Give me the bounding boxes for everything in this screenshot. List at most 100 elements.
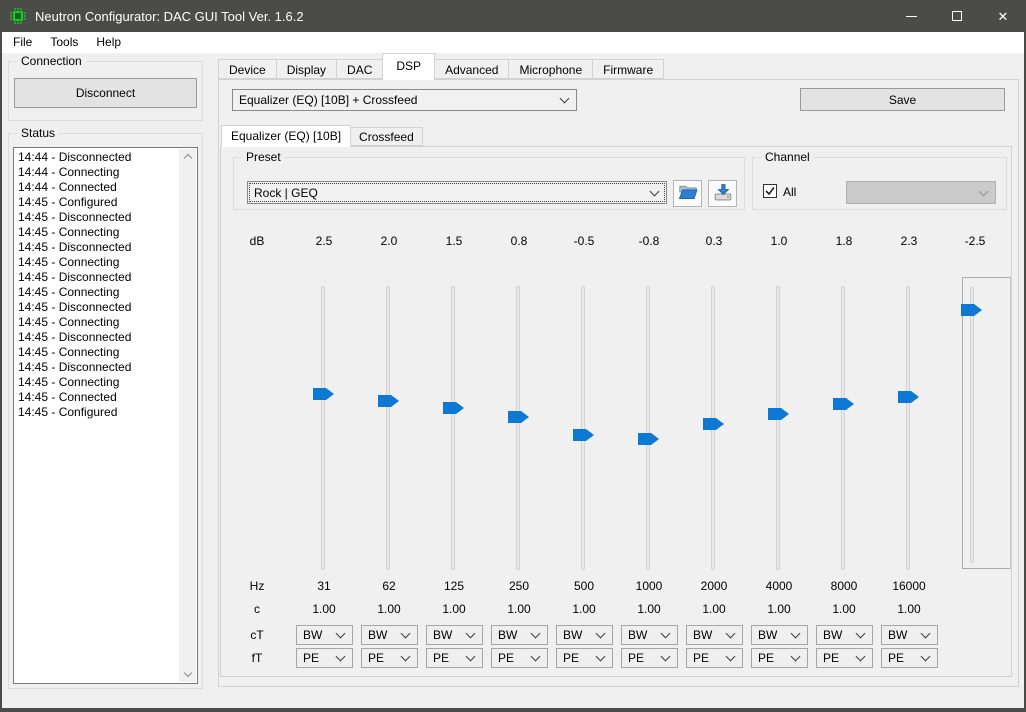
ft-select-500-value: PE [563, 651, 579, 665]
status-entry[interactable]: 14:45 - Disconnected [18, 210, 179, 225]
open-folder-icon [678, 183, 698, 204]
ft-select-500[interactable]: PE [556, 648, 613, 668]
status-entry[interactable]: 14:45 - Connecting [18, 255, 179, 270]
eq-slider-500[interactable] [581, 286, 585, 570]
ct-select-1000[interactable]: BW [621, 625, 678, 645]
ct-select-31[interactable]: BW [296, 625, 353, 645]
close-button[interactable]: ✕ [980, 0, 1026, 32]
status-entry[interactable]: 14:44 - Connected [18, 180, 179, 195]
status-entry[interactable]: 14:45 - Connecting [18, 375, 179, 390]
ct-select-62[interactable]: BW [361, 625, 418, 645]
ft-select-62[interactable]: PE [361, 648, 418, 668]
chevron-down-icon [596, 652, 606, 662]
ft-select-4000[interactable]: PE [751, 648, 808, 668]
ct-select-1000-value: BW [628, 628, 647, 642]
status-entry[interactable]: 14:44 - Connecting [18, 165, 179, 180]
chevron-down-icon [856, 629, 866, 639]
maximize-button[interactable] [934, 0, 980, 32]
ct-select-2000[interactable]: BW [686, 625, 743, 645]
eq-slider-250[interactable] [516, 286, 520, 570]
eq-slider-8000[interactable] [841, 286, 845, 570]
ft-select-250-value: PE [498, 651, 514, 665]
status-entry[interactable]: 14:45 - Connecting [18, 345, 179, 360]
subtab-equalizer[interactable]: Equalizer (EQ) [10B] [221, 125, 351, 147]
chevron-down-icon [336, 652, 346, 662]
status-scrollbar[interactable] [179, 149, 196, 682]
ct-select-125[interactable]: BW [426, 625, 483, 645]
status-entry[interactable]: 14:45 - Configured [18, 405, 179, 420]
save-button[interactable]: Save [800, 88, 1005, 111]
chevron-down-icon [726, 652, 736, 662]
preset-save-button[interactable] [708, 180, 737, 207]
status-listbox[interactable]: 14:44 - Disconnected14:44 - Connecting14… [13, 147, 198, 684]
eq-slider-125[interactable] [451, 286, 455, 570]
tab-firmware[interactable]: Firmware [592, 59, 664, 79]
ct-select-250[interactable]: BW [491, 625, 548, 645]
chevron-down-icon [791, 629, 801, 639]
sub-tabs: Equalizer (EQ) [10B]Crossfeed [221, 124, 422, 146]
eq-slider-1000[interactable] [646, 286, 650, 570]
preset-group-label: Preset [242, 150, 285, 164]
menu-item-tools[interactable]: Tools [41, 32, 87, 53]
eq-slider-16000[interactable] [906, 286, 910, 570]
status-entry[interactable]: 14:45 - Disconnected [18, 240, 179, 255]
status-entry[interactable]: 14:45 - Configured [18, 195, 179, 210]
disconnect-button[interactable]: Disconnect [14, 78, 197, 108]
status-entry[interactable]: 14:45 - Disconnected [18, 300, 179, 315]
chevron-down-icon [921, 652, 931, 662]
eq-slider-4000[interactable] [776, 286, 780, 570]
ft-select-4000-value: PE [758, 651, 774, 665]
chevron-down-icon [560, 94, 570, 104]
tab-display[interactable]: Display [276, 59, 337, 79]
minimize-button[interactable] [888, 0, 934, 32]
ft-select-2000[interactable]: PE [686, 648, 743, 668]
scroll-down-icon[interactable] [183, 669, 191, 677]
ft-select-250[interactable]: PE [491, 648, 548, 668]
window-controls: ✕ [888, 0, 1026, 32]
ft-select-31[interactable]: PE [296, 648, 353, 668]
preset-select[interactable]: Rock | GEQ [247, 181, 667, 204]
channel-all-checkbox[interactable] [763, 184, 777, 198]
status-entry[interactable]: 14:45 - Disconnected [18, 360, 179, 375]
eq-slider-62[interactable] [386, 286, 390, 570]
app-window: Neutron Configurator: DAC GUI Tool Ver. … [0, 0, 1026, 712]
ct-select-500[interactable]: BW [556, 625, 613, 645]
ft-select-125[interactable]: PE [426, 648, 483, 668]
tab-dac[interactable]: DAC [336, 59, 383, 79]
ft-select-16000-value: PE [888, 651, 904, 665]
scroll-up-icon[interactable] [183, 154, 191, 162]
tab-advanced[interactable]: Advanced [434, 59, 509, 79]
ct-select-16000-value: BW [888, 628, 907, 642]
status-entry[interactable]: 14:44 - Disconnected [18, 150, 179, 165]
status-entry[interactable]: 14:45 - Disconnected [18, 270, 179, 285]
tab-microphone[interactable]: Microphone [508, 59, 593, 79]
status-entry[interactable]: 14:45 - Connecting [18, 225, 179, 240]
eq-slider-31[interactable] [321, 286, 325, 570]
ct-select-8000[interactable]: BW [816, 625, 873, 645]
status-entry[interactable]: 14:45 - Disconnected [18, 330, 179, 345]
title-bar[interactable]: Neutron Configurator: DAC GUI Tool Ver. … [0, 0, 1026, 32]
menu-item-file[interactable]: File [4, 32, 41, 53]
menu-item-help[interactable]: Help [87, 32, 130, 53]
chevron-down-icon [921, 629, 931, 639]
channel-group-label: Channel [761, 150, 814, 164]
preset-load-button[interactable] [673, 180, 702, 207]
ct-select-16000[interactable]: BW [881, 625, 938, 645]
ft-select-16000[interactable]: PE [881, 648, 938, 668]
tab-device[interactable]: Device [218, 59, 277, 79]
tab-dsp[interactable]: DSP [382, 53, 435, 80]
preset-group: Preset Rock | GEQ [233, 157, 745, 210]
subtab-crossfeed[interactable]: Crossfeed [350, 127, 423, 146]
ct-select-4000[interactable]: BW [751, 625, 808, 645]
ft-select-1000[interactable]: PE [621, 648, 678, 668]
status-entry[interactable]: 14:45 - Connecting [18, 315, 179, 330]
ft-select-8000[interactable]: PE [816, 648, 873, 668]
ft-select-2000-value: PE [693, 651, 709, 665]
status-entry[interactable]: 14:45 - Connected [18, 390, 179, 405]
chip-icon [10, 8, 26, 24]
preamp-slider[interactable] [970, 287, 974, 563]
ct-select-125-value: BW [433, 628, 452, 642]
status-entry[interactable]: 14:45 - Connecting [18, 285, 179, 300]
dsp-mode-select[interactable]: Equalizer (EQ) [10B] + Crossfeed [232, 89, 577, 111]
channel-all-label: All [783, 185, 796, 199]
